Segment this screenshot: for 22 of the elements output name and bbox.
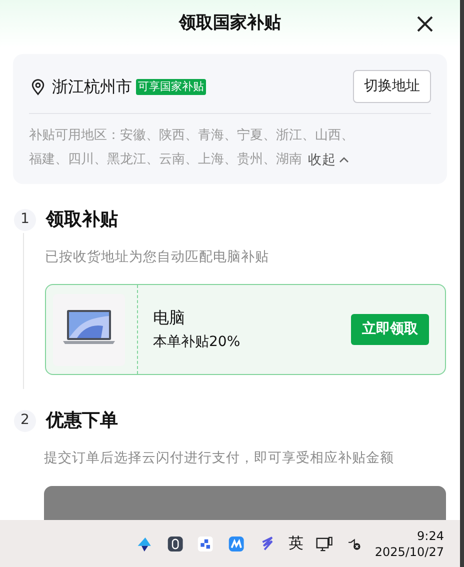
clock-time: 9:24 [417,528,444,544]
location-pin-icon [29,78,47,96]
step-number: 2 [14,410,36,432]
step-title: 优惠下单 [46,409,118,434]
subsidy-rate: 本单补贴20% [153,333,240,352]
regions-text: 福建、四川、黑龙江、云南、上海、贵州、湖南 [29,151,302,169]
step-description: 提交订单后选择云闪付进行支付，即可享受相应补贴金额 [44,449,395,468]
chevron-up-icon [339,155,349,165]
regions-text: 补贴可用地区：安徽、陕西、青海、宁夏、浙江、山西、 [29,127,354,145]
step-title: 领取补贴 [46,208,118,232]
clock-date: 2025/10/27 [374,544,444,560]
app-icon[interactable] [196,534,216,554]
step-number: 1 [14,208,36,230]
location-text: 浙江杭州市 [52,76,132,98]
collapse-toggle[interactable]: 收起 [308,148,349,172]
input-method-indicator[interactable]: 英 [288,532,304,555]
step-description: 已按收货地址为您自动匹配电脑补贴 [45,248,270,267]
dialog-title: 领取国家补贴 [179,12,281,36]
change-address-button[interactable]: 切换地址 [353,70,431,103]
mouse-icon[interactable] [166,534,184,554]
subsidy-badge: 可享国家补贴 [136,78,206,94]
product-name: 电脑 [153,307,186,330]
